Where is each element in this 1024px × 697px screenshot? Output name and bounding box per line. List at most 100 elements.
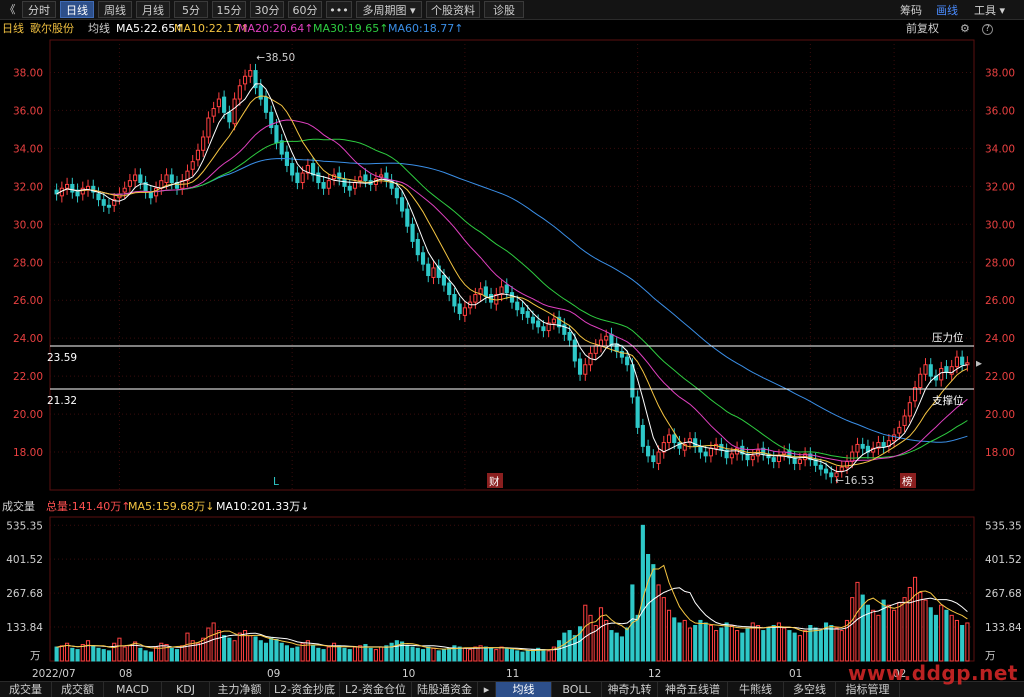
indicator-tab-14[interactable]: 多空线 [784,682,836,697]
adjust-mode[interactable]: 前复权 [906,20,939,38]
toolbar-tab-3[interactable]: 月线 [136,1,170,18]
candle-body [504,284,509,294]
volume-bar [201,637,206,662]
event-marker-cai[interactable]: 财 [489,475,500,488]
volume-bar [263,642,269,662]
candle-body [216,98,221,108]
help-icon[interactable]: ? [982,24,993,35]
toolbar-tab-7[interactable]: 60分 [288,1,322,18]
toolbar-tab-1[interactable]: 日线 [60,1,94,18]
volume-tick-right: 133.84 [985,622,1022,634]
candle-body [65,183,70,189]
toolbar-tab-11[interactable]: 诊股 [484,1,524,18]
candle-body [290,163,295,176]
volume-bar [724,622,729,662]
event-marker-bang[interactable]: 榜 [902,475,913,488]
price-tick-left: 24.00 [13,333,43,345]
toolbar-right-2[interactable]: 工具 ▾ [974,2,1005,18]
candle-body [823,468,829,474]
low-annotation: ←16.53 [835,475,874,487]
volume-bar [933,614,939,662]
toolbar-tab-0[interactable]: 分时 [22,1,56,18]
price-tick-left: 26.00 [13,295,43,307]
volume-bar [311,645,316,662]
candle-body [122,187,127,193]
volume-bar [813,627,818,662]
indicator-tab-6[interactable]: L2-资金仓位 [340,682,412,697]
volume-bar [755,625,761,662]
indicator-tab-9[interactable]: 均线 [496,682,552,697]
volume-bar [295,646,300,662]
volume-bar [222,635,227,662]
volume-bar [771,625,776,662]
toolbar-right-1[interactable]: 画线 [936,2,958,18]
volume-bar [525,650,530,662]
indicator-tab-8[interactable]: ▸ [478,682,496,697]
event-marker-L[interactable]: L [273,476,279,488]
candle-body [405,208,410,227]
settings-icon[interactable]: ⚙ [960,20,970,38]
indicator-tab-3[interactable]: KDJ [162,682,210,697]
price-tick-right: 20.00 [985,409,1015,421]
volume-bar [106,650,112,662]
toolbar-tab-2[interactable]: 周线 [98,1,132,18]
indicator-tab-4[interactable]: 主力净额 [210,682,270,697]
volume-bar [415,647,420,662]
volume-bar [468,649,473,662]
volume-bar [965,622,970,662]
candle-body [164,174,169,184]
volume-bar [70,647,75,662]
candle-body [515,301,520,311]
indicator-tab-10[interactable]: BOLL [552,682,602,697]
volume-bar [928,607,933,662]
toolbar-tab-5[interactable]: 15分 [212,1,246,18]
toolbar-tab-4[interactable]: 5分 [174,1,208,18]
volume-chart[interactable]: 535.35 535.35 401.52 401.52 267.68 267.68 133.… [0,515,1024,681]
toolbar-tab-10[interactable]: 个股资料 [426,1,480,18]
candle-body [473,294,478,303]
indicator-tab-13[interactable]: 牛熊线 [728,682,784,697]
volume-bar [787,630,792,662]
candle-body [347,185,352,191]
indicator-tab-12[interactable]: 神奇五线谱 [658,682,728,697]
volume-bar [258,640,263,662]
volume-bar [59,645,64,662]
indicator-tab-5[interactable]: L2-资金抄底 [270,682,340,697]
volume-bar [284,645,289,662]
candle-body [101,199,106,206]
volume-bar [274,638,279,662]
candle-body [211,108,216,117]
candle-body [190,161,195,170]
toolbar-tab-8[interactable]: ••• [326,1,352,18]
volume-bar [714,630,719,662]
candle-body [525,311,530,318]
double-chevron-left-icon[interactable]: 《 [2,1,18,18]
candle-body [907,402,912,417]
toolbar-tab-6[interactable]: 30分 [250,1,284,18]
candle-body [431,267,436,278]
support-label: 支撑位 [932,394,964,407]
indicator-tab-0[interactable]: 成交量 [0,682,52,697]
volume-bar [91,645,96,662]
candle-body [279,140,284,155]
volume-bar [326,646,331,662]
volume-bar [321,649,326,662]
price-tick-left: 28.00 [13,257,43,269]
stock-name: 歌尔股份 [30,22,74,35]
toolbar-tab-9[interactable]: 多周期图 ▾ [356,1,422,18]
candle-body [106,204,112,208]
volume-header: 成交量 总量:141.40万↑ MA5:159.68万↓ MA10:201.33… [0,499,1024,515]
candle-body [415,238,420,256]
candle-body [263,96,269,113]
volume-bar [279,642,284,662]
volume-bar [666,609,672,662]
indicator-tab-1[interactable]: 成交额 [52,682,104,697]
x-axis-label: 12 [648,668,661,680]
high-annotation: ←38.50 [256,52,295,64]
indicator-tab-7[interactable]: 陆股通资金 [412,682,478,697]
volume-bar [405,645,410,662]
indicator-tab-2[interactable]: MACD [104,682,162,697]
toolbar-right-0[interactable]: 筹码 [900,2,922,18]
price-chart[interactable]: 38.00 38.00 36.00 36.00 34.00 34.00 32.00 32.00… [0,38,1024,500]
indicator-tab-11[interactable]: 神奇九转 [602,682,658,697]
